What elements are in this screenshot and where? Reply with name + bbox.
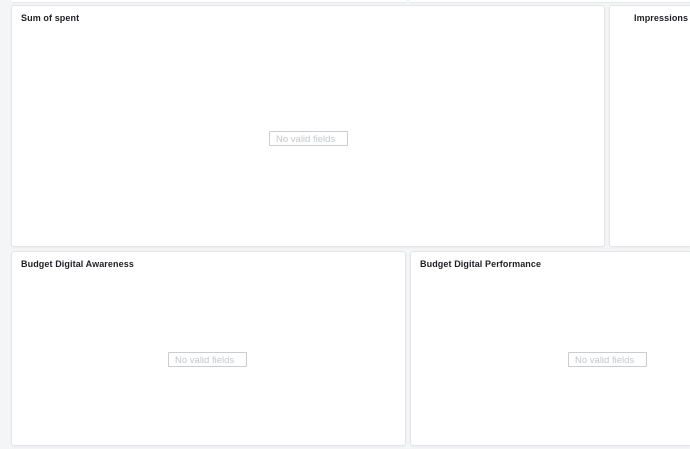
no-valid-fields-message: No valid fields (168, 352, 247, 367)
panel-sum-of-spent[interactable]: Sum of spent No valid fields (11, 5, 605, 247)
panel-title: Sum of spent (21, 13, 80, 23)
panel-title: Impressions p/v (634, 13, 690, 23)
dashboard-top-edge (0, 0, 690, 3)
top-edge-panel-left (12, 0, 406, 3)
panel-title: Budget Digital Awareness (21, 259, 134, 269)
no-valid-fields-message: No valid fields (568, 352, 647, 367)
top-edge-panel-right (410, 0, 690, 3)
panel-budget-digital-awareness[interactable]: Budget Digital Awareness No valid fields (11, 251, 406, 446)
panel-title: Budget Digital Performance (420, 259, 542, 269)
panel-budget-digital-performance[interactable]: Budget Digital Performance No valid fiel… (410, 251, 690, 446)
no-valid-fields-message: No valid fields (269, 131, 348, 146)
panel-impressions[interactable]: Impressions p/v (609, 5, 690, 247)
